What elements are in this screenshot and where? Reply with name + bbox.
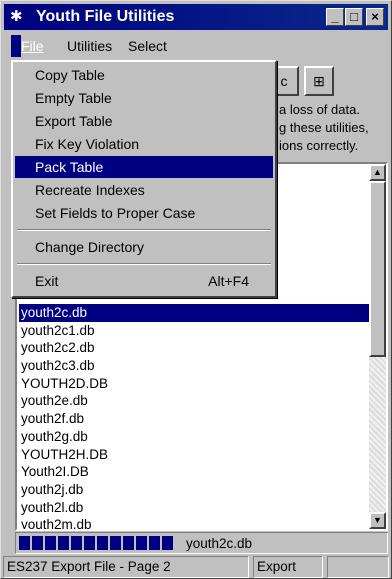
vertical-scrollbar[interactable]: ▲ ▼: [369, 164, 386, 529]
file-list-item[interactable]: youth2m.db: [19, 516, 369, 529]
progress-segment: [110, 536, 121, 550]
close-button[interactable]: ×: [366, 8, 384, 26]
menu-item-label: Change Directory: [35, 239, 144, 255]
minimize-button[interactable]: _: [326, 8, 344, 26]
progress-segment: [123, 536, 134, 550]
menu-item-copy-table[interactable]: Copy Table: [15, 64, 273, 86]
file-list-item[interactable]: youth2f.db: [19, 410, 369, 428]
title-bar[interactable]: ✱ Youth File Utilities _ □ ×: [4, 4, 388, 30]
file-list-item[interactable]: youth2e.db: [19, 392, 369, 410]
menu-item-change-directory[interactable]: Change Directory: [15, 236, 273, 258]
scroll-up-icon[interactable]: ▲: [369, 164, 386, 181]
file-menu-dropdown: Copy Table Empty Table Export Table Fix …: [11, 60, 277, 298]
file-list-items: youth2c.db youth2c1.db youth2c2.db youth2c3…: [19, 304, 369, 529]
progress-segment: [84, 536, 95, 550]
app-window: ✱ Youth File Utilities _ □ × File Utilit…: [0, 0, 392, 579]
warning-line-1: a loss of data.: [279, 102, 360, 117]
status-panel-mode: Export: [253, 556, 323, 578]
menu-item-label: Pack Table: [35, 159, 104, 175]
file-list-item[interactable]: youth2j.db: [19, 481, 369, 499]
progress-segment: [149, 536, 160, 550]
menu-separator: [17, 229, 271, 231]
file-list-item[interactable]: YOUTH2H.DB: [19, 446, 369, 464]
menu-utilities-label: Utilities: [67, 38, 113, 54]
progress-segment: [97, 536, 108, 550]
file-list-item[interactable]: youth2c.db: [19, 304, 369, 322]
tree-icon[interactable]: ⊞: [304, 66, 334, 96]
warning-line-3: ions correctly.: [279, 138, 359, 153]
progress-segment: [71, 536, 82, 550]
progress-segment: [19, 536, 30, 550]
maximize-button[interactable]: □: [345, 8, 363, 26]
warning-line-2: g these utilities,: [279, 120, 369, 135]
progress-fill: [19, 536, 173, 550]
menu-item-export-table[interactable]: Export Table: [15, 110, 273, 132]
menu-item-label: Fix Key Violation: [35, 136, 140, 152]
app-icon[interactable]: ✱: [10, 8, 28, 26]
file-list-item[interactable]: youth2c1.db: [19, 322, 369, 340]
menu-select[interactable]: Select: [118, 35, 167, 57]
scroll-down-icon[interactable]: ▼: [369, 512, 386, 529]
menu-utilities[interactable]: Utilities: [57, 35, 112, 57]
scroll-thumb[interactable]: [369, 181, 386, 357]
file-list-item[interactable]: youth2c2.db: [19, 339, 369, 357]
file-list-item[interactable]: youth2c3.db: [19, 357, 369, 375]
menu-item-label: Recreate Indexes: [35, 182, 145, 198]
progress-bar: youth2c.db: [15, 532, 388, 554]
menu-item-label: Set Fields to Proper Case: [35, 205, 196, 221]
menu-bar: File Utilities Select: [5, 35, 387, 59]
menu-item-exit[interactable]: Exit Alt+F4: [15, 270, 273, 292]
menu-item-recreate-indexes[interactable]: Recreate Indexes: [15, 179, 273, 201]
progress-segment: [45, 536, 56, 550]
menu-item-empty-table[interactable]: Empty Table: [15, 87, 273, 109]
progress-segment: [162, 536, 173, 550]
status-bar: ES237 Export File - Page 2 Export: [3, 556, 389, 578]
menu-item-label: Exit: [35, 273, 59, 289]
menu-item-label: Empty Table: [35, 90, 112, 106]
menu-file-label: File: [21, 38, 44, 54]
file-list-item[interactable]: youth2g.db: [19, 428, 369, 446]
menu-item-label: Export Table: [35, 113, 113, 129]
progress-filename: youth2c.db: [186, 536, 253, 551]
menu-file[interactable]: File: [11, 35, 44, 57]
menu-item-shortcut: Alt+F4: [208, 273, 249, 289]
menu-item-fix-key-violation[interactable]: Fix Key Violation: [15, 133, 273, 155]
file-list-item[interactable]: YOUTH2D.DB: [19, 375, 369, 393]
progress-segment: [32, 536, 43, 550]
menu-separator: [17, 263, 271, 265]
progress-segment: [136, 536, 147, 550]
status-panel-page: ES237 Export File - Page 2: [3, 556, 249, 578]
progress-segment: [58, 536, 69, 550]
window-title: Youth File Utilities: [36, 8, 175, 25]
status-panel-extra: [327, 556, 389, 578]
warning-message: a loss of data. g these utilities, ions …: [279, 101, 369, 155]
file-list-item[interactable]: Youth2I.DB: [19, 463, 369, 481]
menu-item-pack-table[interactable]: Pack Table: [15, 156, 273, 178]
menu-select-label: Select: [128, 38, 167, 54]
menu-item-label: Copy Table: [35, 67, 105, 83]
file-list-item[interactable]: youth2l.db: [19, 499, 369, 517]
menu-item-set-fields-proper-case[interactable]: Set Fields to Proper Case: [15, 202, 273, 224]
